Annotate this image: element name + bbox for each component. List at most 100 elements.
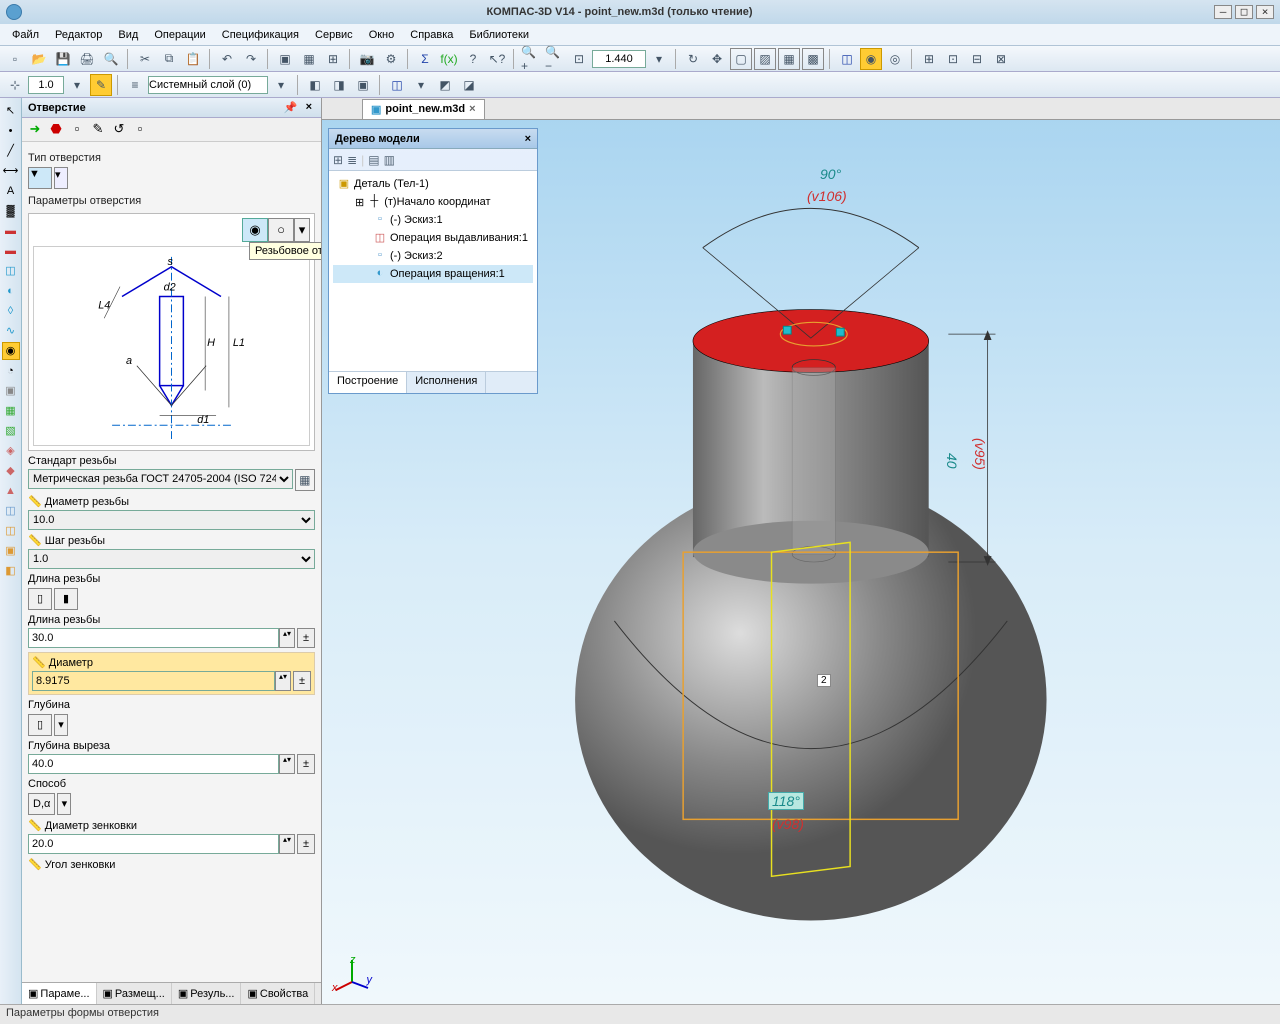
- len-input[interactable]: [28, 628, 279, 648]
- render-icon[interactable]: ◉: [860, 48, 882, 70]
- method-button[interactable]: D,α: [28, 793, 55, 815]
- lt-s2-icon[interactable]: ◫: [2, 522, 20, 540]
- lt-hatch-icon[interactable]: ▓: [2, 202, 20, 220]
- cube4-icon[interactable]: ◪: [458, 74, 480, 96]
- panel-pin-icon[interactable]: 📌: [281, 101, 301, 114]
- maximize-button[interactable]: □: [1235, 5, 1253, 19]
- zoom-out-icon[interactable]: 🔍−: [544, 48, 566, 70]
- depth-mode-dd[interactable]: ▾: [54, 714, 68, 736]
- stop-icon[interactable]: ⬣: [47, 121, 65, 139]
- tree-extrude[interactable]: ◫Операция выдавливания:1: [333, 229, 533, 247]
- misc3-icon[interactable]: ⊠: [990, 48, 1012, 70]
- preview-icon[interactable]: 🔍: [100, 48, 122, 70]
- cube2-icon[interactable]: ▾: [410, 74, 432, 96]
- menu-libraries[interactable]: Библиотеки: [461, 26, 537, 44]
- lt-hole-icon[interactable]: ◉: [2, 342, 20, 360]
- lt-ext-icon[interactable]: ◫: [2, 262, 20, 280]
- l1-icon[interactable]: ◧: [304, 74, 326, 96]
- menu-editor[interactable]: Редактор: [47, 26, 110, 44]
- cut-icon[interactable]: ✂: [134, 48, 156, 70]
- lt-arrow-icon[interactable]: ↖: [2, 102, 20, 120]
- lt-shell-icon[interactable]: ▣: [2, 382, 20, 400]
- diam-thread-combo[interactable]: 10.0: [28, 510, 315, 530]
- layer-dd[interactable]: ▾: [66, 74, 88, 96]
- len-mode1[interactable]: ▯: [28, 588, 52, 610]
- tab-result[interactable]: ▣Резуль...: [172, 983, 242, 1004]
- lt-arr-icon[interactable]: ▦: [2, 402, 20, 420]
- pan-icon[interactable]: ✥: [706, 48, 728, 70]
- len-plus[interactable]: ±: [297, 628, 315, 648]
- lt-sweep-icon[interactable]: ∿: [2, 322, 20, 340]
- print-icon[interactable]: 🖨: [76, 48, 98, 70]
- tree-origin[interactable]: ⊞┼(т)Начало координат: [333, 193, 533, 211]
- lt-red2-icon[interactable]: ▬: [2, 242, 20, 260]
- diam-plus[interactable]: ±: [293, 671, 311, 691]
- cube3-icon[interactable]: ◩: [434, 74, 456, 96]
- lt-s3-icon[interactable]: ▣: [2, 542, 20, 560]
- snap-icon[interactable]: ⊹: [4, 74, 26, 96]
- l2-icon[interactable]: ◨: [328, 74, 350, 96]
- lt-loft-icon[interactable]: ◊: [2, 302, 20, 320]
- wire-icon[interactable]: ▢: [730, 48, 752, 70]
- plain-hole-button[interactable]: ○: [268, 218, 294, 242]
- zoom-in-icon[interactable]: 🔍+: [520, 48, 542, 70]
- doc-tab[interactable]: ▣ point_new.m3d ×: [362, 99, 485, 119]
- camera-icon[interactable]: 📷: [356, 48, 378, 70]
- paste-icon[interactable]: 📋: [182, 48, 204, 70]
- tree-sketch1[interactable]: ▫(-) Эскиз:1: [333, 211, 533, 229]
- lt-b3-icon[interactable]: ▲: [2, 482, 20, 500]
- thread-std-btn[interactable]: ▦: [295, 469, 315, 491]
- lt-line-icon[interactable]: ╱: [2, 142, 20, 160]
- menu-window[interactable]: Окно: [361, 26, 403, 44]
- apply-icon[interactable]: ➜: [26, 121, 44, 139]
- thread-std-combo[interactable]: Метрическая резьба ГОСТ 24705-2004 (ISO …: [28, 469, 293, 489]
- panel-close-icon[interactable]: ×: [303, 101, 315, 114]
- minimize-button[interactable]: —: [1214, 5, 1232, 19]
- shade2-icon[interactable]: ▩: [802, 48, 824, 70]
- lt-s1-icon[interactable]: ◫: [2, 502, 20, 520]
- lt-text-icon[interactable]: A: [2, 182, 20, 200]
- fx-icon[interactable]: f(x): [438, 48, 460, 70]
- hole-type-dd[interactable]: ▾: [54, 167, 68, 189]
- tree-close-icon[interactable]: ×: [525, 133, 531, 145]
- depth-plus[interactable]: ±: [297, 754, 315, 774]
- lt-fillet-icon[interactable]: ◔: [2, 362, 20, 380]
- zoom-win-icon[interactable]: ⊡: [568, 48, 590, 70]
- close-button[interactable]: ×: [1256, 5, 1274, 19]
- tool-a-icon[interactable]: ▣: [274, 48, 296, 70]
- menu-view[interactable]: Вид: [110, 26, 146, 44]
- tool-b-icon[interactable]: ▦: [298, 48, 320, 70]
- menu-file[interactable]: Файл: [4, 26, 47, 44]
- viewport[interactable]: ▣ point_new.m3d ×: [322, 98, 1280, 1004]
- hidden-icon[interactable]: ▨: [754, 48, 776, 70]
- copy-icon[interactable]: ⧉: [158, 48, 180, 70]
- tree-sketch2[interactable]: ▫(-) Эскиз:2: [333, 247, 533, 265]
- cursor-icon[interactable]: ↖?: [486, 48, 508, 70]
- persp-icon[interactable]: ◫: [836, 48, 858, 70]
- tree-tab-exec[interactable]: Исполнения: [407, 372, 486, 393]
- layer-btn[interactable]: ✎: [90, 74, 112, 96]
- style-input[interactable]: [148, 76, 268, 94]
- undo-icon[interactable]: ↶: [216, 48, 238, 70]
- render2-icon[interactable]: ◎: [884, 48, 906, 70]
- var-icon[interactable]: Σ: [414, 48, 436, 70]
- style-dd[interactable]: ▾: [270, 74, 292, 96]
- help2-icon[interactable]: ▫: [131, 121, 149, 139]
- open-icon[interactable]: 📂: [28, 48, 50, 70]
- doc-close-icon[interactable]: ×: [469, 103, 475, 115]
- tree-t3-icon[interactable]: ▤: [368, 153, 379, 167]
- csink-d-spin[interactable]: ▴▾: [279, 834, 295, 854]
- diam-spin[interactable]: ▴▾: [275, 671, 291, 691]
- zoom-input[interactable]: [592, 50, 646, 68]
- csink-d-input[interactable]: [28, 834, 279, 854]
- rotate-icon[interactable]: ↻: [682, 48, 704, 70]
- hole-variant-dd[interactable]: ▾: [294, 218, 310, 242]
- pitch-combo[interactable]: 1.0: [28, 549, 315, 569]
- layer-num[interactable]: [28, 76, 64, 94]
- shade-icon[interactable]: ▦: [778, 48, 800, 70]
- tab-props[interactable]: ▣Свойства: [241, 983, 315, 1004]
- menu-operations[interactable]: Операции: [146, 26, 213, 44]
- lt-b1-icon[interactable]: ◈: [2, 442, 20, 460]
- hole-type-button[interactable]: ▼: [28, 167, 52, 189]
- cube1-icon[interactable]: ◫: [386, 74, 408, 96]
